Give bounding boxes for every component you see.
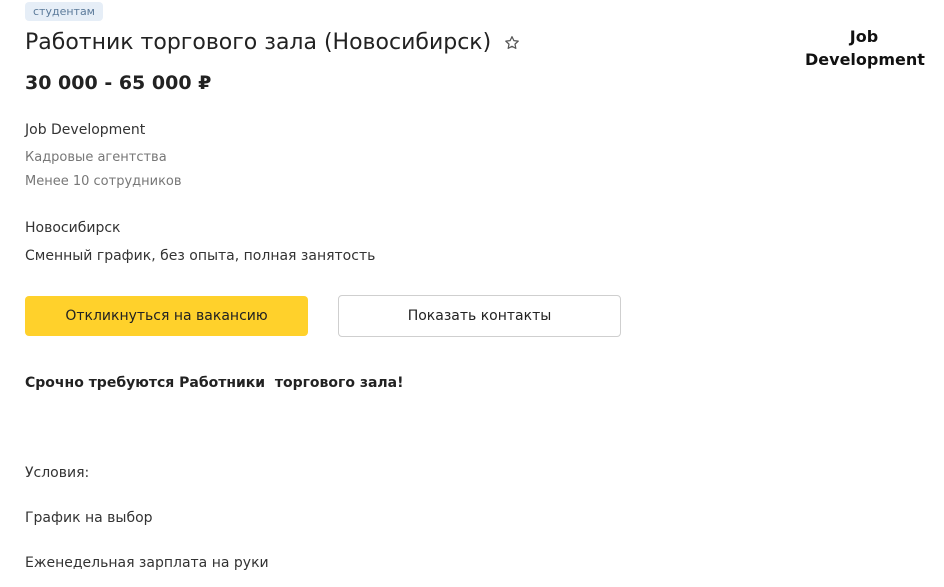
show-contacts-button[interactable]: Показать контакты — [338, 295, 621, 337]
condition-item: График на выбор — [25, 510, 153, 526]
company-name[interactable]: Job Development — [25, 122, 145, 138]
logo-line-1: Job — [849, 27, 879, 46]
vacancy-title: Работник торгового зала (Новосибирск) — [25, 30, 492, 55]
students-badge[interactable]: студентам — [25, 2, 103, 21]
vacancy-page: студентам Работник торгового зала (Новос… — [0, 0, 944, 587]
vacancy-city: Новосибирск — [25, 220, 121, 236]
conditions-heading: Условия: — [25, 465, 90, 481]
star-icon[interactable] — [503, 34, 521, 52]
company-logo[interactable]: Job Development — [805, 25, 925, 71]
company-industry: Кадровые агентства — [25, 150, 167, 165]
title-row: Работник торгового зала (Новосибирск) — [25, 30, 521, 55]
salary: 30 000 - 65 000 ₽ — [25, 72, 212, 94]
logo-line-2: Development — [805, 50, 925, 69]
company-size: Менее 10 сотрудников — [25, 174, 182, 189]
condition-item: Еженедельная зарплата на руки — [25, 555, 269, 571]
description-lead: Срочно требуются Работники торгового зал… — [25, 375, 404, 391]
vacancy-schedule: Сменный график, без опыта, полная занято… — [25, 248, 376, 264]
apply-button[interactable]: Откликнуться на вакансию — [25, 296, 308, 336]
